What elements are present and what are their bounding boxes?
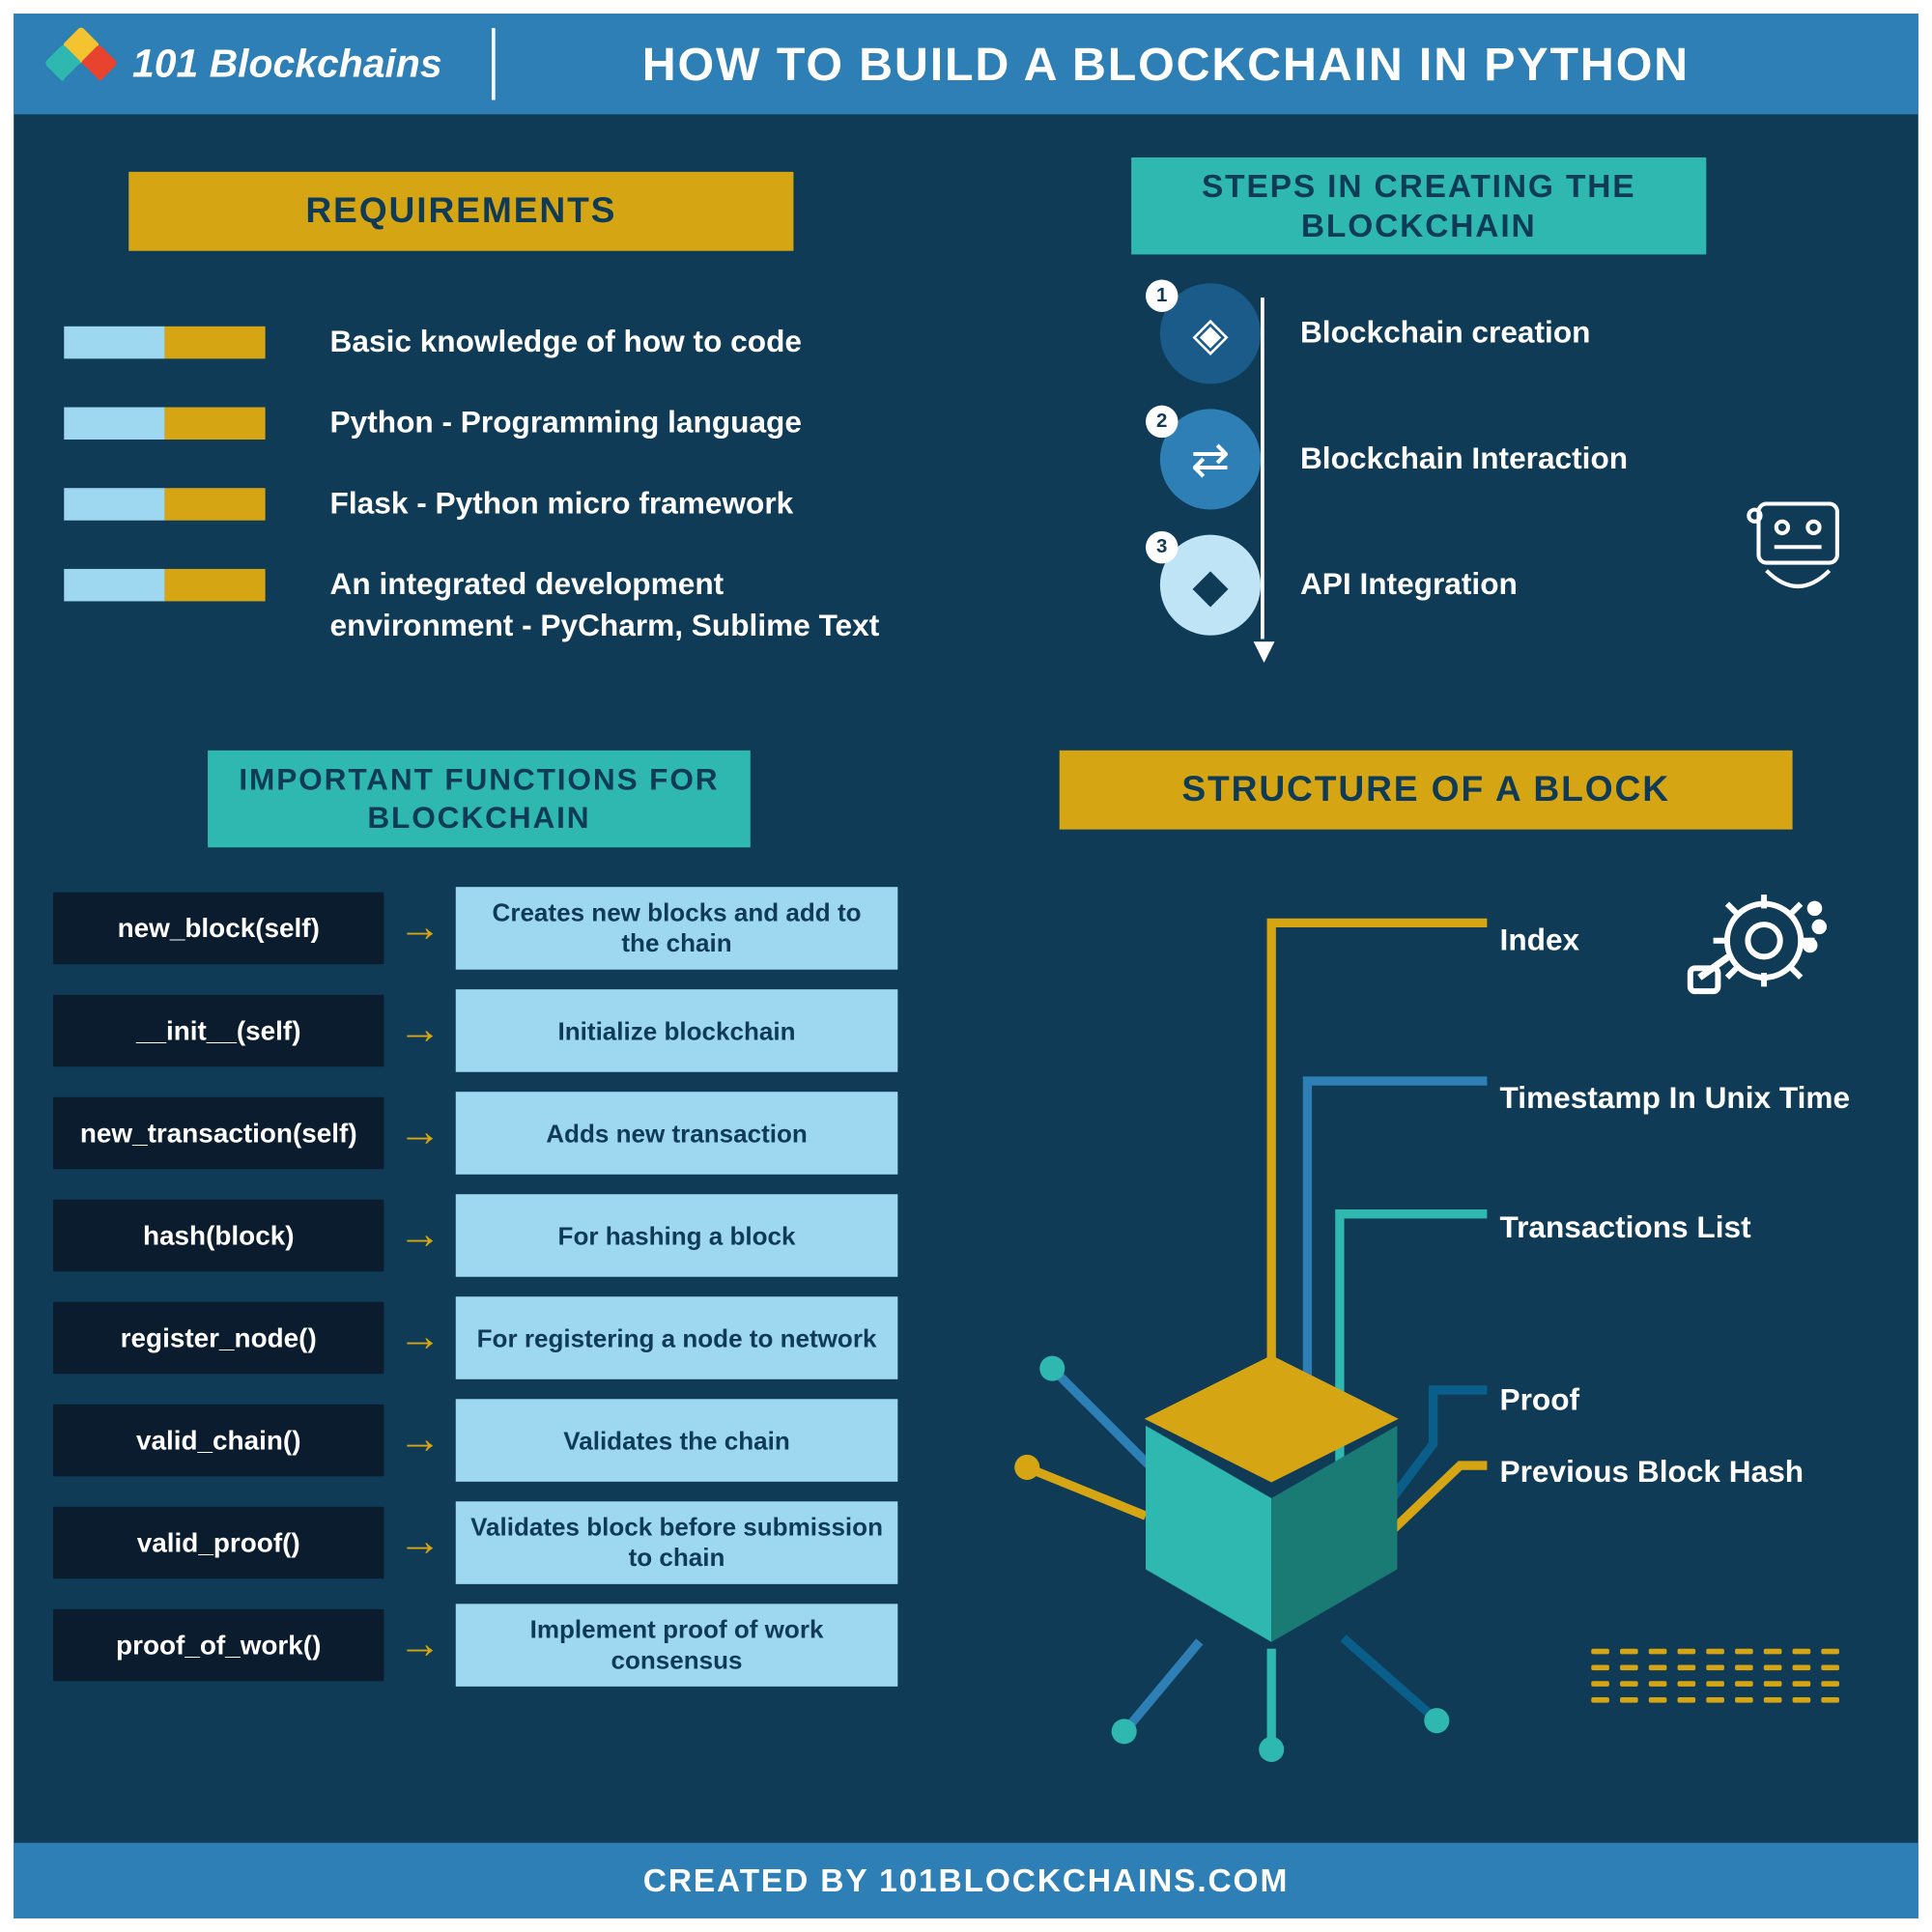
robot-icon xyxy=(1735,488,1861,613)
function-name: new_transaction(self) xyxy=(53,1097,384,1169)
page-title: HOW TO BUILD A BLOCKCHAIN IN PYTHON xyxy=(522,36,1918,92)
function-name: new_block(self) xyxy=(53,893,384,964)
function-desc: For registering a node to network xyxy=(456,1296,898,1379)
arrow-icon: → xyxy=(384,1620,455,1670)
structure-items: Index Timestamp In Unix Time Transaction… xyxy=(1500,923,1851,1491)
arrow-icon: → xyxy=(384,1210,455,1261)
block-cube-icon xyxy=(1146,1372,1397,1623)
arrow-icon: → xyxy=(384,903,455,953)
function-name: valid_proof() xyxy=(53,1507,384,1578)
function-row: proof_of_work()→Implement proof of work … xyxy=(53,1604,905,1687)
structure-title: STRUCTURE OF A BLOCK xyxy=(1060,751,1793,830)
function-desc: Creates new blocks and add to the chain xyxy=(456,887,898,970)
arrow-icon: → xyxy=(384,1518,455,1568)
function-desc: Initialize blockchain xyxy=(456,989,898,1072)
infographic: 101 Blockchains HOW TO BUILD A BLOCKCHAI… xyxy=(14,14,1918,1918)
arrow-icon: → xyxy=(384,1415,455,1465)
function-name: valid_chain() xyxy=(53,1405,384,1476)
function-desc: For hashing a block xyxy=(456,1194,898,1277)
header: 101 Blockchains HOW TO BUILD A BLOCKCHAI… xyxy=(14,14,1918,114)
function-desc: Validates the chain xyxy=(456,1399,898,1482)
functions-title: IMPORTANT FUNCTIONS FOR BLOCKCHAIN xyxy=(208,751,751,847)
function-row: valid_chain()→Validates the chain xyxy=(53,1399,905,1482)
requirement-text: An integrated development environment - … xyxy=(330,565,891,647)
bar-icon xyxy=(64,569,265,601)
logo: 101 Blockchains xyxy=(14,14,468,114)
structure-item: Timestamp In Unix Time xyxy=(1500,1081,1851,1117)
structure-item: Proof xyxy=(1500,1383,1851,1419)
bar-icon xyxy=(64,407,265,439)
functions-list: new_block(self)→Creates new blocks and a… xyxy=(53,887,905,1706)
step-number: 3 xyxy=(1146,531,1178,563)
function-name: register_node() xyxy=(53,1302,384,1374)
divider xyxy=(493,28,497,99)
function-desc: Validates block before submission to cha… xyxy=(456,1501,898,1584)
function-name: proof_of_work() xyxy=(53,1609,384,1681)
arrow-icon: → xyxy=(384,1108,455,1158)
arrow-icon: → xyxy=(384,1313,455,1363)
function-row: hash(block)→For hashing a block xyxy=(53,1194,905,1277)
requirement-item: An integrated development environment - … xyxy=(64,565,891,647)
function-row: new_transaction(self)→Adds new transacti… xyxy=(53,1092,905,1175)
step-number: 2 xyxy=(1146,406,1178,438)
block-structure: Index Timestamp In Unix Time Transaction… xyxy=(966,869,1883,1768)
step-label: Blockchain creation xyxy=(1300,316,1591,352)
step-label: Blockchain Interaction xyxy=(1300,441,1628,477)
function-desc: Implement proof of work consensus xyxy=(456,1604,898,1687)
requirement-item: Python - Programming language xyxy=(64,404,891,445)
dots-decoration xyxy=(1591,1649,1861,1714)
requirement-item: Flask - Python micro framework xyxy=(64,484,891,526)
logo-text: 101 Blockchains xyxy=(132,41,442,87)
requirements-list: Basic knowledge of how to code Python - … xyxy=(64,323,891,687)
logo-icon xyxy=(49,32,114,97)
step-item: 1 ◈ Blockchain creation xyxy=(1035,283,1861,384)
step-number: 1 xyxy=(1146,279,1178,311)
function-desc: Adds new transaction xyxy=(456,1092,898,1175)
structure-item: Transactions List xyxy=(1500,1210,1851,1246)
function-name: __init__(self) xyxy=(53,995,384,1066)
arrow-icon: → xyxy=(384,1006,455,1056)
requirement-text: Python - Programming language xyxy=(330,404,802,445)
function-row: valid_proof()→Validates block before sub… xyxy=(53,1501,905,1584)
function-row: __init__(self)→Initialize blockchain xyxy=(53,989,905,1072)
requirement-text: Basic knowledge of how to code xyxy=(330,323,802,364)
requirement-text: Flask - Python micro framework xyxy=(330,484,794,526)
requirements-title: REQUIREMENTS xyxy=(128,172,793,251)
steps-title: STEPS IN CREATING THE BLOCKCHAIN xyxy=(1131,157,1706,254)
bar-icon xyxy=(64,488,265,520)
function-row: new_block(self)→Creates new blocks and a… xyxy=(53,887,905,970)
bar-icon xyxy=(64,327,265,358)
footer: CREATED BY 101BLOCKCHAINS.COM xyxy=(14,1843,1918,1918)
function-name: hash(block) xyxy=(53,1200,384,1271)
structure-item: Index xyxy=(1500,923,1851,958)
structure-item: Previous Block Hash xyxy=(1500,1455,1851,1491)
requirement-item: Basic knowledge of how to code xyxy=(64,323,891,364)
function-row: register_node()→For registering a node t… xyxy=(53,1296,905,1379)
step-label: API Integration xyxy=(1300,567,1518,603)
